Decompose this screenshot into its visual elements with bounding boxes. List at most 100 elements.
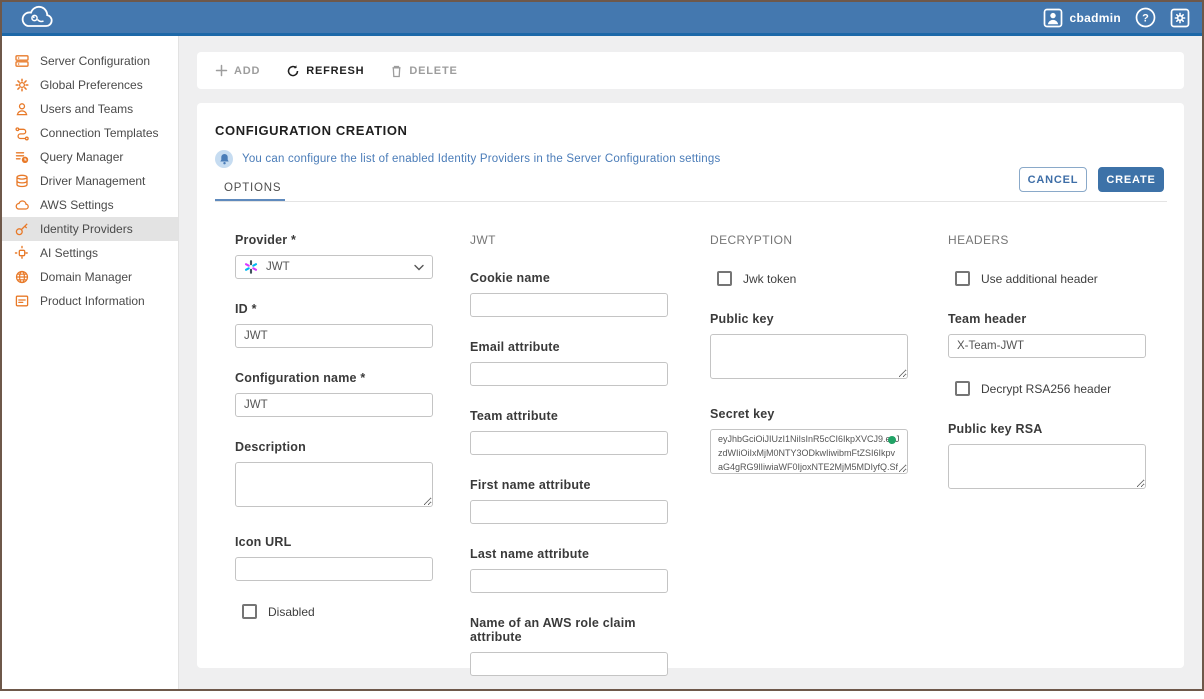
disabled-checkbox-row[interactable]: Disabled (242, 604, 433, 619)
sidebar-item-label: Driver Management (40, 174, 145, 188)
jwk-token-checkbox-row[interactable]: Jwk token (717, 271, 908, 286)
help-button[interactable]: ? (1135, 7, 1156, 28)
email-attribute-input[interactable] (470, 362, 668, 386)
sidebar-item-product-information[interactable]: Product Information (2, 289, 178, 313)
chevron-down-icon (414, 264, 424, 271)
user-avatar-icon (1043, 8, 1063, 28)
create-button[interactable]: CREATE (1098, 167, 1164, 192)
info-message-text: You can configure the list of enabled Id… (242, 153, 720, 165)
secret-key-label: Secret key (710, 407, 908, 421)
secret-key-textarea[interactable]: eyJhbGciOiJIUzI1NiIsInR5cCI6IkpXVCJ9.eyJ… (710, 429, 908, 474)
sidebar-item-users-and-teams[interactable]: Users and Teams (2, 97, 178, 121)
sidebar-item-connection-templates[interactable]: Connection Templates (2, 121, 178, 145)
description-textarea[interactable] (235, 462, 433, 507)
jwk-token-checkbox-label: Jwk token (743, 272, 796, 286)
sidebar-item-label: Connection Templates (40, 126, 159, 140)
sidebar-item-label: Server Configuration (40, 54, 150, 68)
cloud-beaver-icon (20, 5, 56, 31)
use-additional-header-checkbox-row[interactable]: Use additional header (955, 271, 1146, 286)
sidebar-item-global-preferences[interactable]: Global Preferences (2, 73, 178, 97)
public-key-rsa-label: Public key RSA (948, 422, 1146, 436)
sidebar-item-label: Query Manager (40, 150, 123, 164)
sidebar-item-label: Identity Providers (40, 222, 133, 236)
configuration-name-input[interactable] (235, 393, 433, 417)
sidebar-item-label: AI Settings (40, 246, 98, 260)
provider-label: Provider * (235, 233, 433, 247)
sidebar-item-identity-providers[interactable]: Identity Providers (2, 217, 178, 241)
first-name-attribute-input[interactable] (470, 500, 668, 524)
cloud-icon (14, 197, 30, 213)
form-column-decryption: DECRYPTION Jwk token Public key Secret k… (710, 233, 908, 479)
panel-title: CONFIGURATION CREATION (215, 123, 408, 138)
svg-text:?: ? (1142, 13, 1149, 25)
sidebar-item-server-configuration[interactable]: Server Configuration (2, 49, 178, 73)
query-list-icon (14, 149, 30, 165)
delete-button-label: DELETE (409, 65, 457, 77)
provider-select[interactable]: JWT (235, 255, 433, 279)
cookie-name-input[interactable] (470, 293, 668, 317)
add-button-label: ADD (234, 65, 260, 77)
user-menu[interactable]: cbadmin (1043, 8, 1121, 28)
decrypt-rsa-label: Decrypt RSA256 header (981, 382, 1111, 396)
info-icon (14, 293, 30, 309)
configuration-panel: CONFIGURATION CREATION You can configure… (197, 103, 1184, 668)
description-label: Description (235, 440, 433, 454)
team-header-input[interactable] (948, 334, 1146, 358)
aws-role-claim-input[interactable] (470, 652, 668, 676)
public-key-rsa-textarea[interactable] (948, 444, 1146, 489)
decrypt-rsa-checkbox-row[interactable]: Decrypt RSA256 header (955, 381, 1146, 396)
decrypt-rsa-checkbox[interactable] (955, 381, 970, 396)
bell-icon (215, 150, 233, 168)
icon-url-label: Icon URL (235, 535, 433, 549)
sidebar-item-aws-settings[interactable]: AWS Settings (2, 193, 178, 217)
gear-icon (14, 77, 30, 93)
tabs-divider (215, 201, 1167, 202)
jwt-group-label: JWT (470, 233, 668, 247)
form-column-jwt: JWT Cookie name Email attribute Team att… (470, 233, 668, 699)
cancel-button[interactable]: CANCEL (1019, 167, 1087, 192)
server-icon (14, 53, 30, 69)
id-label: ID * (235, 302, 433, 316)
key-icon (14, 221, 30, 237)
icon-url-input[interactable] (235, 557, 433, 581)
ai-chip-icon (14, 245, 30, 261)
database-icon (14, 173, 30, 189)
connection-icon (14, 125, 30, 141)
aws-role-claim-label: Name of an AWS role claim attribute (470, 616, 668, 644)
public-key-textarea[interactable] (710, 334, 908, 379)
sidebar-item-label: Global Preferences (40, 78, 143, 92)
jwk-token-checkbox[interactable] (717, 271, 732, 286)
decryption-group-label: DECRYPTION (710, 233, 908, 247)
jwt-logo-icon (244, 260, 258, 274)
sidebar-item-label: Domain Manager (40, 270, 132, 284)
admin-sidebar: Server Configuration Global Preferences … (2, 36, 179, 689)
public-key-label: Public key (710, 312, 908, 326)
settings-button[interactable] (1170, 8, 1190, 28)
add-button[interactable]: ADD (215, 64, 260, 77)
top-bar: cbadmin ? (2, 2, 1202, 36)
first-name-attribute-label: First name attribute (470, 478, 668, 492)
sidebar-item-driver-management[interactable]: Driver Management (2, 169, 178, 193)
cookie-name-label: Cookie name (470, 271, 668, 285)
cloudbeaver-logo (20, 5, 56, 31)
trash-icon (390, 64, 403, 78)
refresh-button[interactable]: REFRESH (286, 64, 364, 78)
provider-selected-value: JWT (266, 261, 406, 273)
sidebar-item-query-manager[interactable]: Query Manager (2, 145, 178, 169)
user-icon (14, 101, 30, 117)
sidebar-item-label: Product Information (40, 294, 145, 308)
configuration-name-label: Configuration name * (235, 371, 433, 385)
team-attribute-input[interactable] (470, 431, 668, 455)
delete-button[interactable]: DELETE (390, 64, 457, 78)
disabled-checkbox[interactable] (242, 604, 257, 619)
sidebar-item-ai-settings[interactable]: AI Settings (2, 241, 178, 265)
last-name-attribute-input[interactable] (470, 569, 668, 593)
headers-group-label: HEADERS (948, 233, 1146, 247)
use-additional-header-checkbox[interactable] (955, 271, 970, 286)
disabled-checkbox-label: Disabled (268, 605, 315, 619)
sidebar-item-domain-manager[interactable]: Domain Manager (2, 265, 178, 289)
id-input[interactable] (235, 324, 433, 348)
extension-marker-icon (888, 436, 896, 444)
use-additional-header-label: Use additional header (981, 272, 1098, 286)
plus-icon (215, 64, 228, 77)
